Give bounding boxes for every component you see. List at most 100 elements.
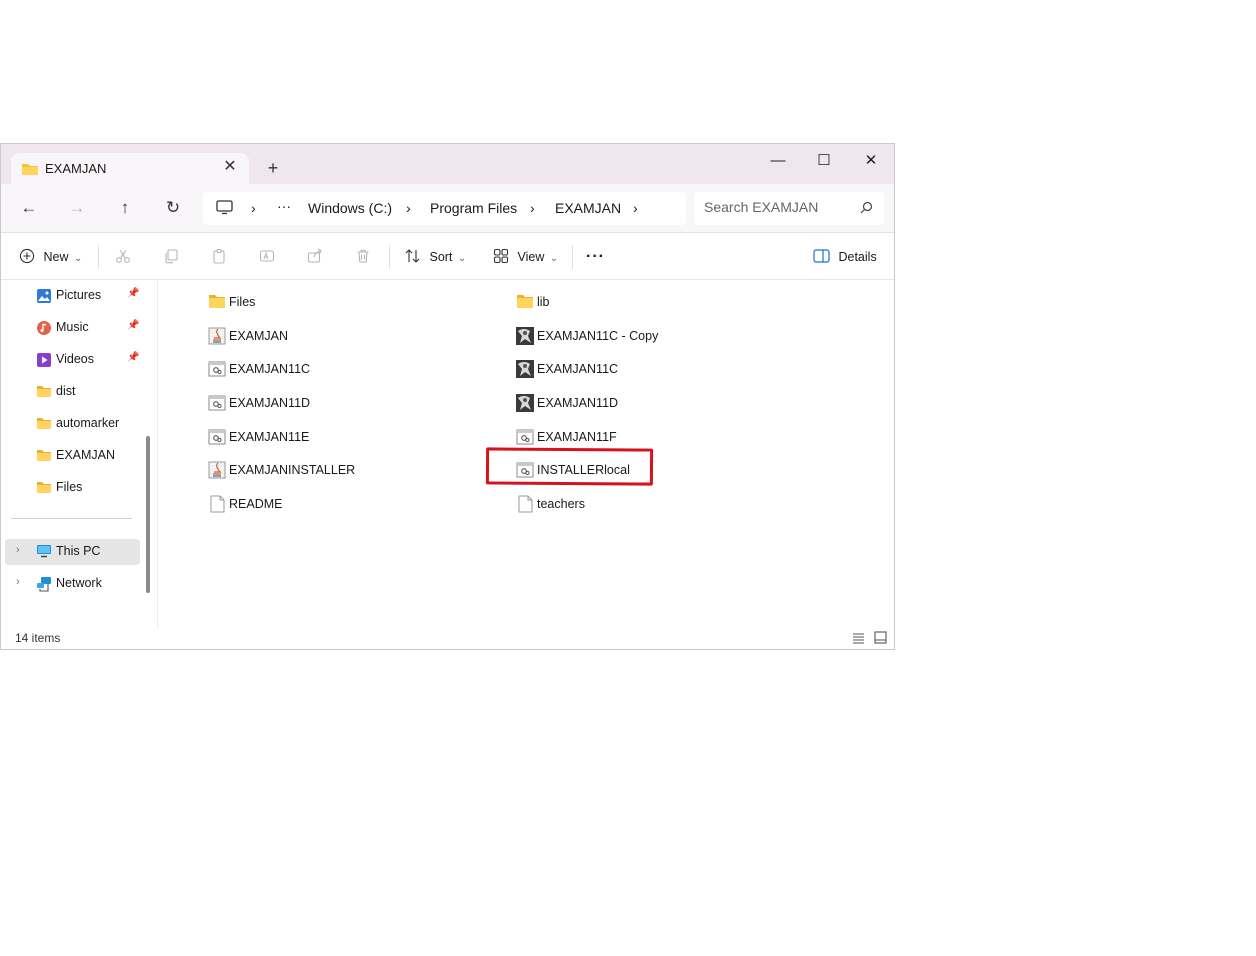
sidebar-item-label: Videos xyxy=(56,352,94,366)
expand-chevron-icon[interactable]: › xyxy=(16,544,20,556)
maximize-button[interactable]: ☐ xyxy=(801,146,847,176)
this-pc-icon xyxy=(36,544,52,560)
tab-examjan[interactable]: EXAMJAN ✕ xyxy=(11,153,249,184)
forward-button[interactable]: → xyxy=(65,196,89,220)
app-image-icon xyxy=(516,394,534,412)
folder-icon xyxy=(208,293,226,311)
tiles-view-icon[interactable] xyxy=(874,631,887,647)
chevron-down-icon: ⌄ xyxy=(73,253,83,264)
refresh-button[interactable]: ↻ xyxy=(161,196,185,220)
sidebar-item-label: dist xyxy=(56,384,76,398)
highlight-annotation xyxy=(485,447,654,486)
sidebar-item-label: Pictures xyxy=(56,288,102,302)
breadcrumb-program-files[interactable]: Program Files xyxy=(430,200,517,216)
breadcrumb-separator: › xyxy=(530,200,535,216)
status-bar: 14 items xyxy=(1,628,894,649)
breadcrumb-more-button[interactable]: ··· xyxy=(277,198,291,214)
divider xyxy=(572,245,573,269)
share-button[interactable] xyxy=(307,244,323,270)
file-explorer-window: EXAMJAN ✕ + — ☐ ✕ ← → ↑ ↻ › ··· Windows … xyxy=(0,143,895,650)
sidebar-item-pictures[interactable]: Pictures 📌 xyxy=(5,283,140,309)
details-view-icon[interactable] xyxy=(852,632,865,647)
folder-icon xyxy=(36,416,52,432)
new-label: New xyxy=(43,250,69,264)
file-name: EXAMJAN xyxy=(229,329,289,343)
scissors-icon xyxy=(116,249,130,263)
file-name: lib xyxy=(537,295,550,309)
java-icon xyxy=(208,461,226,479)
file-name: EXAMJAN11F xyxy=(537,430,617,444)
copy-icon xyxy=(165,249,178,264)
file-name: teachers xyxy=(537,497,585,511)
plus-circle-icon xyxy=(19,248,35,264)
new-button[interactable]: New ⌄ xyxy=(19,244,82,270)
breadcrumb-examjan[interactable]: EXAMJAN xyxy=(555,200,621,216)
search-input[interactable] xyxy=(704,199,854,215)
sidebar-item-label: EXAMJAN xyxy=(56,448,116,462)
sidebar-item-label: Files xyxy=(56,480,83,494)
sidebar-item-dist[interactable]: dist xyxy=(5,379,140,405)
sidebar-item-videos[interactable]: Videos 📌 xyxy=(5,347,140,373)
folder-icon xyxy=(21,162,39,179)
breadcrumb-windows-c[interactable]: Windows (C:) xyxy=(308,200,392,216)
pin-icon: 📌 xyxy=(127,352,140,363)
expand-chevron-icon[interactable]: › xyxy=(16,576,20,588)
view-button[interactable]: View ⌄ xyxy=(493,244,558,270)
file-name: EXAMJANINSTALLER xyxy=(229,463,356,477)
copy-button[interactable] xyxy=(163,244,179,270)
minimize-button[interactable]: — xyxy=(755,146,801,176)
rename-button[interactable] xyxy=(259,244,275,270)
up-button[interactable]: ↑ xyxy=(113,196,137,220)
sort-label: Sort xyxy=(429,250,453,264)
sidebar-item-automarker[interactable]: automarker xyxy=(5,411,140,437)
sidebar-item-this-pc[interactable]: › This PC xyxy=(5,539,140,565)
address-bar[interactable]: › ··· Windows (C:) › Program Files › EXA… xyxy=(203,192,686,225)
breadcrumb-separator: › xyxy=(406,200,411,216)
sidebar-item-label: automarker xyxy=(56,416,120,430)
shortcut-icon xyxy=(208,428,226,446)
trash-icon xyxy=(357,249,369,263)
item-count: 14 items xyxy=(15,631,61,645)
new-tab-button[interactable]: + xyxy=(263,158,283,178)
tab-close-icon[interactable]: ✕ xyxy=(219,156,241,178)
delete-button[interactable] xyxy=(355,244,371,270)
sidebar-scrollbar[interactable] xyxy=(146,436,150,593)
divider xyxy=(389,245,390,269)
details-button[interactable]: Details xyxy=(813,244,877,270)
search-box[interactable] xyxy=(694,192,884,225)
file-icon xyxy=(208,495,226,513)
close-button[interactable]: ✕ xyxy=(848,146,894,176)
this-pc-icon[interactable] xyxy=(216,200,233,218)
sidebar-divider xyxy=(11,518,132,519)
sidebar-item-network[interactable]: › Network xyxy=(5,571,140,597)
sidebar-item-music[interactable]: Music 📌 xyxy=(5,315,140,341)
chevron-down-icon: ⌄ xyxy=(457,253,467,264)
file-name: EXAMJAN11C - Copy xyxy=(537,329,659,343)
chevron-down-icon: ⌄ xyxy=(549,253,559,264)
sort-button[interactable]: Sort ⌄ xyxy=(404,244,466,270)
pin-icon: 📌 xyxy=(127,320,140,331)
sidebar-item-label: This PC xyxy=(56,544,101,558)
paste-button[interactable] xyxy=(211,244,227,270)
tab-title: EXAMJAN xyxy=(45,161,107,176)
more-options-button[interactable]: ··· xyxy=(586,244,605,270)
folder-icon xyxy=(36,384,52,400)
breadcrumb-separator[interactable]: › xyxy=(633,200,638,216)
sidebar-item-examjan[interactable]: EXAMJAN xyxy=(5,443,140,469)
sidebar-item-files[interactable]: Files xyxy=(5,475,140,501)
pin-icon: 📌 xyxy=(127,288,140,299)
cut-button[interactable] xyxy=(115,244,131,270)
shortcut-icon xyxy=(208,360,226,378)
clipboard-icon xyxy=(213,248,225,264)
view-label: View xyxy=(517,250,545,264)
music-icon xyxy=(36,320,52,336)
command-bar: New ⌄ Sort ⌄ View ⌄ ··· Details xyxy=(1,233,894,280)
divider xyxy=(98,245,99,269)
details-pane-icon xyxy=(813,249,830,263)
back-button[interactable]: ← xyxy=(17,196,41,220)
rename-icon xyxy=(259,250,275,262)
videos-icon xyxy=(36,352,52,368)
file-name: README xyxy=(229,497,283,511)
title-bar: EXAMJAN ✕ + — ☐ ✕ xyxy=(1,144,894,184)
search-icon[interactable] xyxy=(860,201,873,217)
